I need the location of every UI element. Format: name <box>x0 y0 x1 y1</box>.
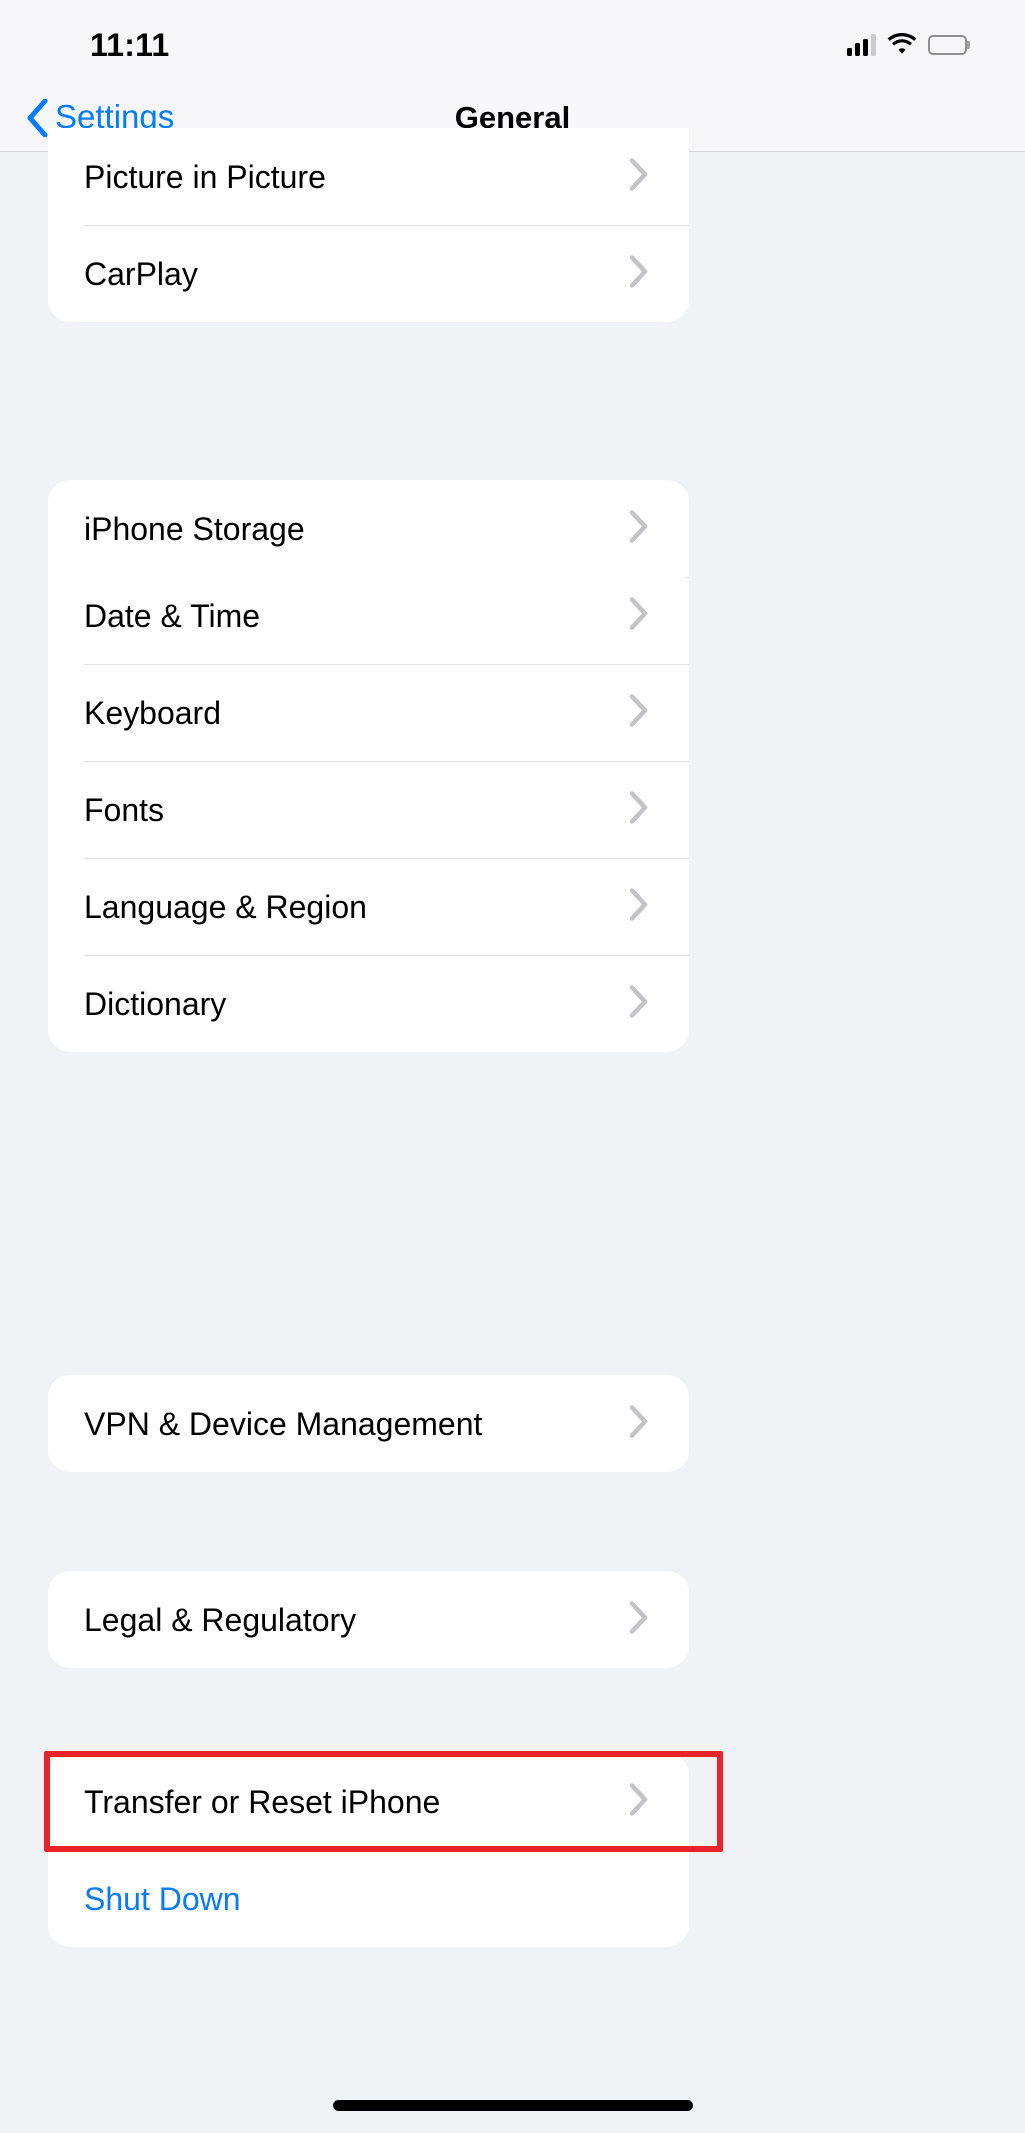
settings-group-localization-group: Date & Time Keyboard Fonts Language & Regio… <box>48 567 689 1052</box>
list-item-label: iPhone Storage <box>84 510 305 547</box>
chevron-right-icon <box>629 693 649 732</box>
phone-screen: 11:11 Settings General Picture in Pictur… <box>0 0 1025 2133</box>
status-bar: 11:11 <box>0 0 1025 84</box>
chevron-right-icon <box>629 254 649 293</box>
list-item[interactable]: Fonts <box>48 761 689 858</box>
home-indicator <box>332 2100 693 2111</box>
list-item-label: Fonts <box>84 791 165 828</box>
list-item-label: Transfer or Reset iPhone <box>84 1783 441 1820</box>
status-bar-icons <box>847 26 970 59</box>
battery-icon <box>928 35 970 55</box>
list-item[interactable]: Legal & Regulatory <box>48 1571 689 1668</box>
list-item[interactable]: Dictionary <box>48 955 689 1052</box>
list-item-label: VPN & Device Management <box>84 1405 483 1442</box>
list-item[interactable]: Language & Region <box>48 858 689 955</box>
settings-group-legal-group: Legal & Regulatory <box>48 1571 689 1668</box>
chevron-right-icon <box>629 887 649 926</box>
list-item[interactable]: Picture in Picture <box>48 128 689 225</box>
list-item-label: Legal & Regulatory <box>84 1601 357 1638</box>
cellular-bars-icon <box>847 34 876 56</box>
wifi-icon <box>887 32 917 59</box>
list-item[interactable]: iPhone Storage <box>48 480 689 577</box>
settings-group-media-group: Picture in Picture CarPlay <box>48 128 689 322</box>
settings-scroll-view[interactable]: Picture in PictureCarPlayiPhone StorageB… <box>0 128 1025 2133</box>
list-item[interactable]: VPN & Device Management <box>48 1375 689 1472</box>
chevron-right-icon <box>629 1404 649 1443</box>
list-item-label: Keyboard <box>84 694 221 731</box>
list-item[interactable]: Shut Down <box>48 1850 689 1947</box>
list-item[interactable]: Keyboard <box>48 664 689 761</box>
list-item-label: CarPlay <box>84 255 198 292</box>
chevron-right-icon <box>629 790 649 829</box>
chevron-right-icon <box>629 157 649 196</box>
settings-group-vpn-group: VPN & Device Management <box>48 1375 689 1472</box>
list-item[interactable]: CarPlay <box>48 225 689 322</box>
settings-group-reset-group: Transfer or Reset iPhone Shut Down <box>48 1753 689 1947</box>
chevron-right-icon <box>629 984 649 1023</box>
list-item-label: Shut Down <box>84 1880 241 1917</box>
list-item-label: Date & Time <box>84 597 261 634</box>
list-item-label: Picture in Picture <box>84 158 326 195</box>
chevron-right-icon <box>629 1600 649 1639</box>
chevron-right-icon <box>629 509 649 548</box>
list-item[interactable]: Date & Time <box>48 567 689 664</box>
list-item-label: Language & Region <box>84 888 367 925</box>
list-item-label: Dictionary <box>84 985 227 1022</box>
status-bar-clock: 11:11 <box>90 27 170 63</box>
list-item[interactable]: Transfer or Reset iPhone <box>48 1753 689 1850</box>
chevron-right-icon <box>629 596 649 635</box>
chevron-right-icon <box>629 1782 649 1821</box>
